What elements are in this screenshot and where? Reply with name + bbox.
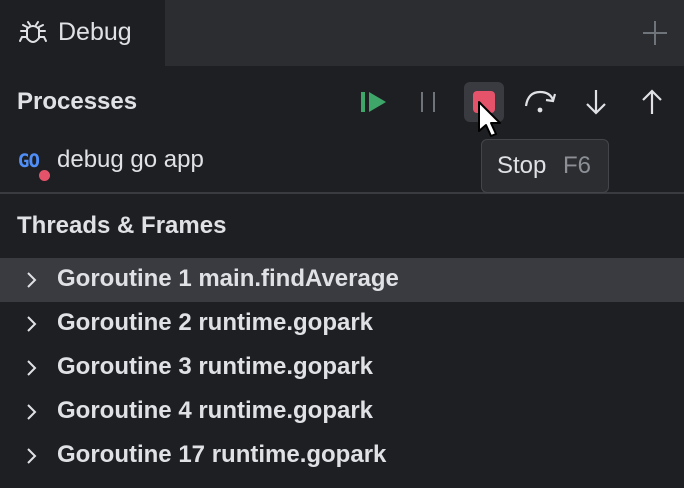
step-out-button[interactable] <box>632 82 672 122</box>
pause-button[interactable] <box>409 82 449 122</box>
chevron-right-icon[interactable] <box>22 402 42 422</box>
step-into-icon <box>586 90 606 115</box>
processes-title: Processes <box>17 88 138 115</box>
tooltip-label: Stop <box>497 152 547 179</box>
step-out-icon <box>642 89 662 114</box>
thread-label: Goroutine 4 runtime.gopark <box>57 397 374 424</box>
tab-bar: Debug <box>0 0 684 66</box>
process-label: debug go app <box>57 146 204 173</box>
stop-tooltip: Stop F6 <box>481 139 609 193</box>
thread-label: Goroutine 1 main.findAverage <box>57 265 399 292</box>
thread-row[interactable]: Goroutine 4 runtime.gopark <box>0 390 684 434</box>
tooltip-shortcut: F6 <box>563 152 592 179</box>
chevron-right-icon[interactable] <box>22 314 42 334</box>
tab-debug-label: Debug <box>58 18 132 46</box>
step-over-icon <box>524 90 557 113</box>
thread-row[interactable]: Goroutine 3 runtime.gopark <box>0 346 684 390</box>
chevron-right-icon[interactable] <box>22 270 42 290</box>
running-indicator <box>37 168 52 183</box>
chevron-right-icon[interactable] <box>22 358 42 378</box>
stop-button[interactable] <box>464 82 504 122</box>
thread-label: Goroutine 2 runtime.gopark <box>57 309 374 336</box>
thread-label: Goroutine 3 runtime.gopark <box>57 353 374 380</box>
thread-row[interactable]: Goroutine 17 runtime.gopark <box>0 434 684 478</box>
stop-icon <box>473 91 495 113</box>
thread-row[interactable]: Goroutine 1 main.findAverage <box>0 258 684 302</box>
thread-row[interactable]: Goroutine 2 runtime.gopark <box>0 302 684 346</box>
resume-button[interactable] <box>354 82 394 122</box>
step-into-button[interactable] <box>576 82 616 122</box>
add-tab-icon[interactable] <box>640 18 670 48</box>
threads-title: Threads & Frames <box>17 212 227 239</box>
thread-label: Goroutine 17 runtime.gopark <box>57 441 387 468</box>
pause-icon <box>421 92 435 112</box>
chevron-right-icon[interactable] <box>22 446 42 466</box>
resume-icon <box>361 92 386 112</box>
go-icon: GO <box>18 150 52 183</box>
bug-icon <box>19 21 47 43</box>
tab-debug[interactable]: Debug <box>0 0 165 66</box>
step-over-button[interactable] <box>520 82 560 122</box>
